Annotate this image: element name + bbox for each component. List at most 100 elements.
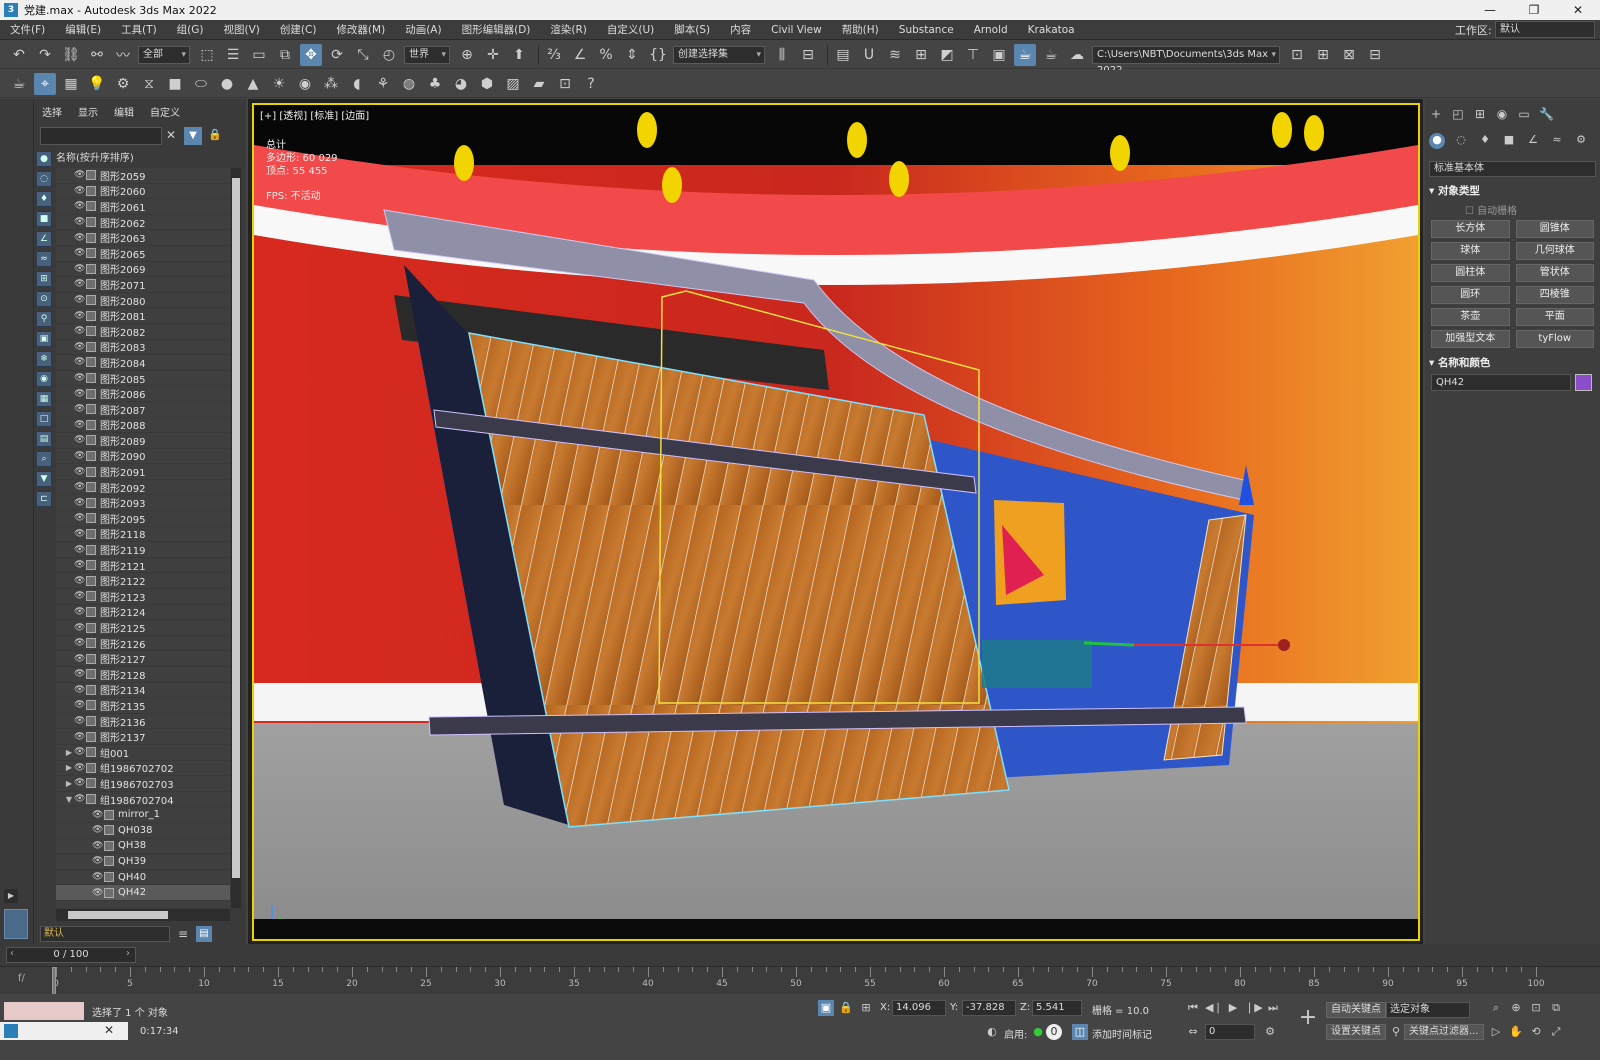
tree-row[interactable]: 👁 图形2060: [56, 184, 230, 200]
tree-row[interactable]: 👁 图形2123: [56, 589, 230, 605]
visibility-eye-icon[interactable]: 👁: [74, 638, 85, 648]
visibility-eye-icon[interactable]: 👁: [92, 888, 103, 898]
ellipse-shape-icon[interactable]: ⬭: [190, 73, 212, 95]
tree-row[interactable]: 👁 图形2135: [56, 698, 230, 714]
tree-row[interactable]: ▶ 👁 组1986702702: [56, 761, 230, 777]
tree-row[interactable]: 👁 图形2090: [56, 449, 230, 465]
reference-coord-dropdown[interactable]: 世界: [404, 45, 450, 64]
field-of-view-icon[interactable]: ▷: [1488, 1024, 1504, 1040]
menu-views[interactable]: 视图(V): [214, 22, 270, 37]
plane-button[interactable]: 平面: [1515, 308, 1594, 326]
spinner-snap-icon[interactable]: ⇕: [621, 44, 643, 66]
visibility-eye-icon[interactable]: 👁: [74, 607, 85, 617]
tree-row[interactable]: ▶ 👁 组1986702703: [56, 776, 230, 792]
visibility-eye-icon[interactable]: 👁: [74, 654, 85, 664]
plant-icon[interactable]: ♣: [424, 73, 446, 95]
scatter-icon[interactable]: ⚘: [372, 73, 394, 95]
visibility-eye-icon[interactable]: 👁: [74, 342, 85, 352]
tree-row[interactable]: 👁 图形2062: [56, 215, 230, 231]
invert-display-icon[interactable]: ▤: [36, 431, 52, 447]
cone-button[interactable]: 圆锥体: [1515, 220, 1594, 238]
tree-row[interactable]: 👁 图形2081: [56, 308, 230, 324]
object-name-field[interactable]: QH42: [1431, 374, 1571, 391]
scene-search-input[interactable]: [40, 127, 162, 145]
play-icon[interactable]: ▶: [1225, 1000, 1241, 1016]
visibility-eye-icon[interactable]: 👁: [74, 700, 85, 710]
mirror-icon[interactable]: ⫼: [771, 44, 793, 66]
tab-select[interactable]: 选择: [34, 105, 70, 123]
visibility-eye-icon[interactable]: 👁: [74, 732, 85, 742]
particle-icon[interactable]: ⁂: [320, 73, 342, 95]
zero-toggle-icon[interactable]: 0: [1046, 1024, 1062, 1040]
menu-file[interactable]: 文件(F): [0, 22, 55, 37]
zoom-extents-all-icon[interactable]: ⧉: [1548, 1000, 1564, 1016]
tree-row[interactable]: 👁 图形2088: [56, 418, 230, 434]
find-icon[interactable]: ⌕: [36, 451, 52, 467]
edit-named-sets-icon[interactable]: {}: [647, 44, 669, 66]
layer-dropdown[interactable]: 默认: [40, 926, 170, 942]
tree-row[interactable]: 👁 图形2119: [56, 542, 230, 558]
scene-explorer-icon[interactable]: ▤: [196, 926, 212, 942]
tree-row[interactable]: 👁 QH40: [56, 870, 230, 886]
tube-button[interactable]: 管状体: [1515, 264, 1594, 282]
selection-filter-dropdown[interactable]: 全部: [138, 45, 190, 64]
light-filter-icon[interactable]: ♦: [36, 191, 52, 207]
key-filter-icon[interactable]: ⚲: [1388, 1024, 1404, 1040]
cone-icon[interactable]: ▲: [242, 73, 264, 95]
visibility-eye-icon[interactable]: 👁: [74, 435, 85, 445]
visibility-eye-icon[interactable]: 👁: [74, 591, 85, 601]
visibility-eye-icon[interactable]: 👁: [74, 170, 85, 180]
tree-row[interactable]: 👁 QH39: [56, 854, 230, 870]
visibility-eye-icon[interactable]: 👁: [92, 825, 103, 835]
rendered-frame-icon[interactable]: ▣: [988, 44, 1010, 66]
visibility-eye-icon[interactable]: 👁: [74, 576, 85, 586]
pivot-center-icon[interactable]: ⊕: [456, 44, 478, 66]
visibility-eye-icon[interactable]: 👁: [74, 747, 85, 757]
visibility-eye-icon[interactable]: 👁: [74, 716, 85, 726]
autogrid-checkbox[interactable]: ☐ 自动栅格: [1465, 202, 1517, 217]
hierarchy-tab-icon[interactable]: ⊞: [1473, 107, 1487, 121]
frozen-filter-icon[interactable]: ❄: [36, 351, 52, 367]
expand-arrow-icon[interactable]: ▼: [64, 795, 74, 804]
zoom-extents-icon[interactable]: ⊡: [1528, 1000, 1544, 1016]
schematic-view-icon[interactable]: ⊞: [910, 44, 932, 66]
cameras-icon[interactable]: ■: [1501, 133, 1517, 149]
visibility-eye-icon[interactable]: 👁: [74, 279, 85, 289]
tree-row[interactable]: 👁 图形2084: [56, 355, 230, 371]
render-setup-icon[interactable]: ⊤: [962, 44, 984, 66]
tree-row[interactable]: 👁 图形2059: [56, 168, 230, 184]
teapot-icon[interactable]: ☕: [8, 73, 30, 95]
time-config-icon[interactable]: ⚙: [1262, 1024, 1278, 1040]
snap-tool-icon[interactable]: ⌖: [34, 72, 56, 95]
help-icon[interactable]: ?: [580, 73, 602, 95]
workspace-dropdown[interactable]: 默认: [1495, 21, 1595, 38]
text-plus-button[interactable]: 加强型文本: [1431, 330, 1510, 348]
light-list-icon[interactable]: ⚙: [112, 73, 134, 95]
project-folder-dropdown[interactable]: C:\Users\NBT\Documents\3ds Max 2022: [1092, 45, 1280, 76]
tree-row[interactable]: 👁 图形2083: [56, 340, 230, 356]
render-frame-icon[interactable]: ▦: [60, 73, 82, 95]
tree-row[interactable]: 👁 图形2118: [56, 527, 230, 543]
visibility-eye-icon[interactable]: 👁: [74, 482, 85, 492]
rectangular-selection-icon[interactable]: ▭: [248, 44, 270, 66]
tree-row[interactable]: 👁 图形2071: [56, 277, 230, 293]
auto-key-button[interactable]: 自动关键点: [1326, 1002, 1386, 1018]
menu-arnold[interactable]: Arnold: [964, 24, 1018, 36]
tree-row[interactable]: 👁 图形2095: [56, 511, 230, 527]
tree-horizontal-scrollbar[interactable]: [56, 909, 230, 921]
z-coordinate-field[interactable]: 5.541: [1032, 1000, 1082, 1016]
geometry-filter-icon[interactable]: ●: [36, 151, 52, 167]
geometry-icon[interactable]: ●: [1429, 133, 1445, 149]
display-all-icon[interactable]: ▦: [36, 391, 52, 407]
tree-row[interactable]: 👁 图形2061: [56, 199, 230, 215]
menu-substance[interactable]: Substance: [889, 24, 964, 36]
project-icon[interactable]: ⊞: [1312, 44, 1334, 66]
sphere-button[interactable]: 球体: [1431, 242, 1510, 260]
go-to-end-icon[interactable]: ⏭: [1265, 1000, 1281, 1016]
render-iterative-icon[interactable]: ☕: [1040, 44, 1062, 66]
time-cursor[interactable]: [52, 967, 56, 995]
zoom-icon[interactable]: ⌕: [1488, 1000, 1504, 1016]
visibility-eye-icon[interactable]: 👁: [74, 248, 85, 258]
go-to-start-icon[interactable]: ⏮: [1185, 1000, 1201, 1016]
taskbar-close-icon[interactable]: ✕: [104, 1023, 114, 1037]
